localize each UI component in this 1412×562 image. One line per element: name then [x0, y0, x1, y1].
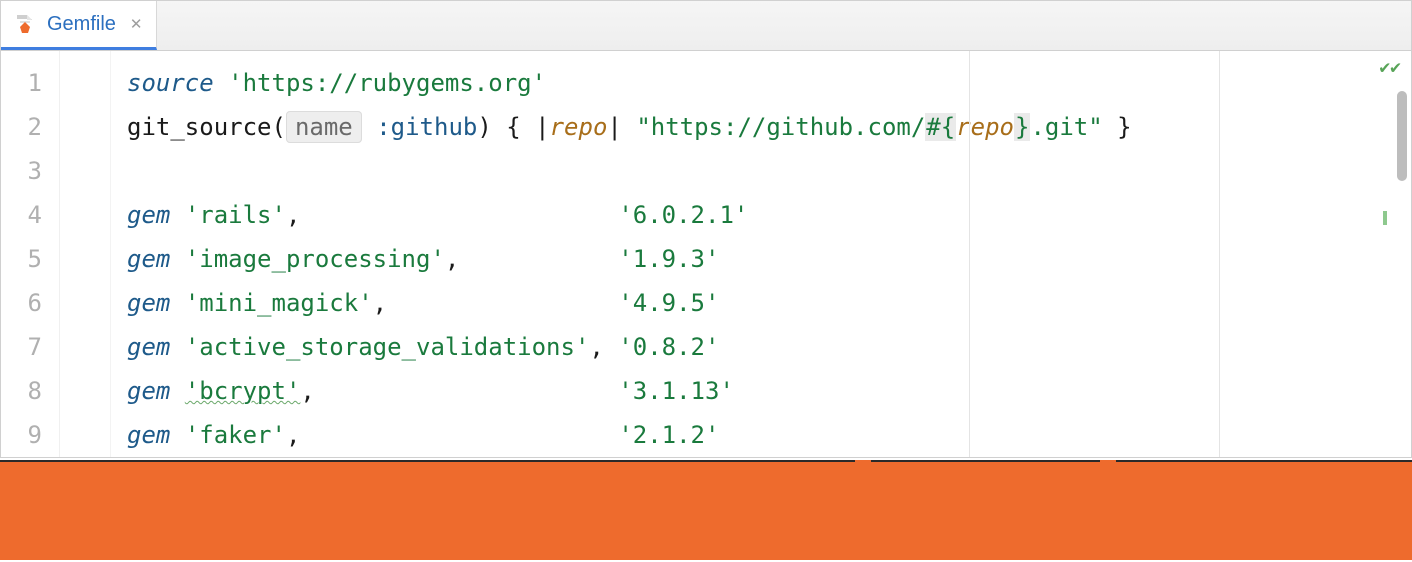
guide-line — [1219, 51, 1220, 457]
code-line: gem 'image_processing', '1.9.3' — [111, 237, 1411, 281]
scrollbar-thumb[interactable] — [1397, 91, 1407, 181]
gemfile-icon — [13, 12, 37, 36]
line-number: 7 — [1, 325, 110, 369]
tab-gemfile[interactable]: Gemfile ✕ — [1, 1, 157, 50]
line-number: 5 — [1, 237, 110, 281]
guide-line — [969, 51, 970, 457]
code-line: gem 'rails', '6.0.2.1' — [111, 193, 1411, 237]
code-line: source 'https://rubygems.org' — [111, 61, 1411, 105]
line-number: 1 — [1, 61, 110, 105]
line-number: 2 — [1, 105, 110, 149]
bottom-band — [0, 460, 1412, 560]
close-icon[interactable]: ✕ — [130, 17, 143, 32]
code-editor[interactable]: 1 2 3 4 5 6 7 8 9 ✔✔ source 'https://rub… — [1, 51, 1411, 457]
gutter: 1 2 3 4 5 6 7 8 9 — [1, 51, 111, 457]
code-line: git_source(name :github) { |repo| "https… — [111, 105, 1411, 149]
code-line: gem 'bcrypt', '3.1.13' — [111, 369, 1411, 413]
inspection-ok-icon[interactable]: ✔✔ — [1379, 57, 1401, 78]
code-line: gem 'active_storage_validations', '0.8.2… — [111, 325, 1411, 369]
code-area[interactable]: ✔✔ source 'https://rubygems.org' git_sou… — [111, 51, 1411, 457]
editor-window: Gemfile ✕ 1 2 3 4 5 6 7 8 9 ✔✔ source 'h… — [0, 0, 1412, 458]
inline-hint: name — [286, 111, 362, 143]
marker[interactable] — [1383, 211, 1387, 225]
tab-bar: Gemfile ✕ — [1, 1, 1411, 51]
code-line: gem 'mini_magick', '4.9.5' — [111, 281, 1411, 325]
line-number: 8 — [1, 369, 110, 413]
code-line — [111, 149, 1411, 193]
code-line: gem 'faker', '2.1.2' — [111, 413, 1411, 457]
line-number: 9 — [1, 413, 110, 457]
line-number: 3 — [1, 149, 110, 193]
tab-label: Gemfile — [47, 13, 116, 36]
line-number: 6 — [1, 281, 110, 325]
line-number: 4 — [1, 193, 110, 237]
